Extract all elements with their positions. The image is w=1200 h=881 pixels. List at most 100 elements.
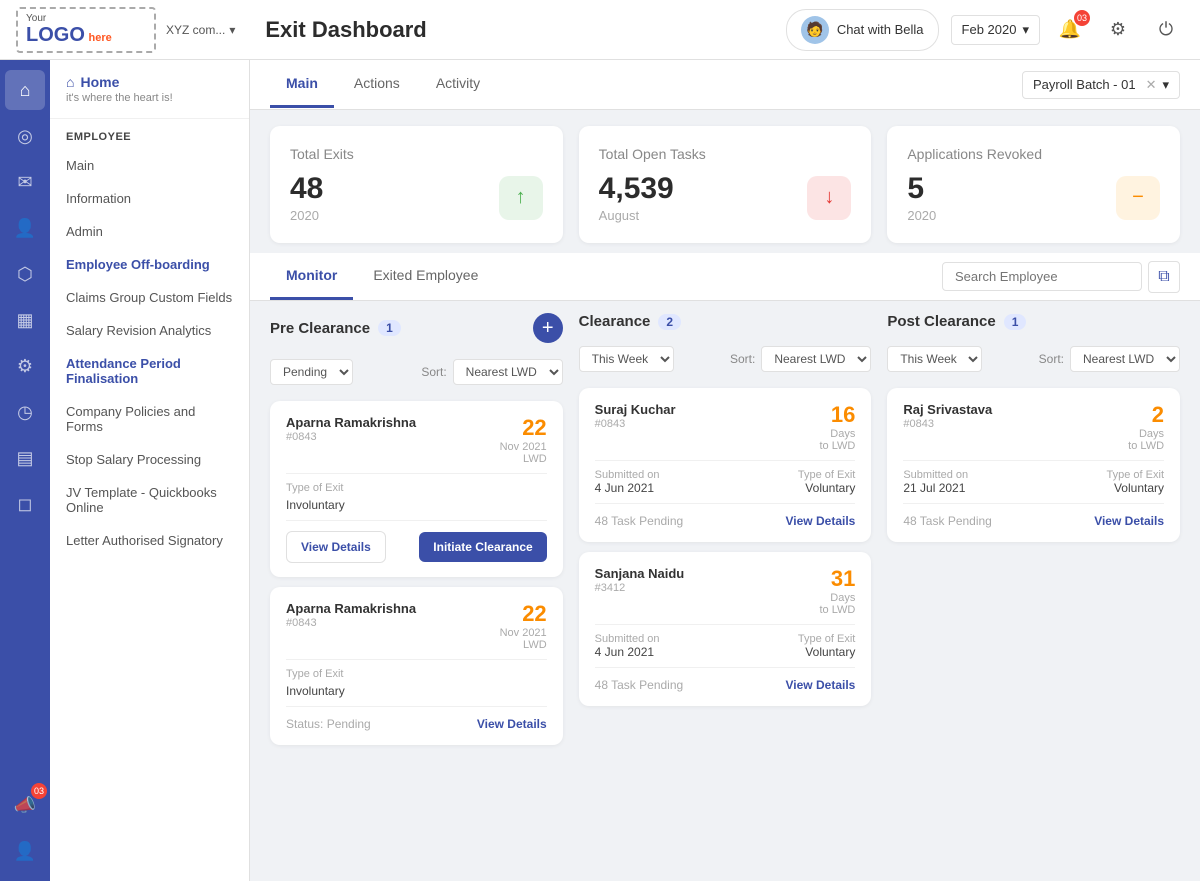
emp-lwd-1: LWD	[500, 453, 547, 465]
post-date-1: 2	[1128, 402, 1164, 428]
chat-button[interactable]: 🧑 Chat with Bella	[786, 9, 939, 51]
sidebar-item-letter[interactable]: Letter Authorised Signatory	[50, 524, 249, 557]
post-clearance-sort-select[interactable]: Nearest LWD	[1070, 346, 1180, 372]
sidebar-icon-document[interactable]: ▤	[5, 438, 45, 478]
body-layout: ⌂ ◎ ✉ 👤 ⬡ ▦ ⚙ ◷ ▤ ◻ 📣 03 👤 ⌂ Home it's w…	[0, 60, 1200, 881]
sidebar-icon-hierarchy[interactable]: ⚙	[5, 346, 45, 386]
stat-title-tasks: Total Open Tasks	[599, 146, 852, 162]
stat-value-revoked: 5	[907, 172, 936, 206]
clearance-title: Clearance	[579, 313, 651, 330]
clearance-sort-select[interactable]: Nearest LWD	[761, 346, 871, 372]
pre-clearance-add-button[interactable]: +	[533, 313, 563, 343]
emp-lwd-2: LWD	[500, 639, 547, 651]
monitor-tab-exited[interactable]: Exited Employee	[357, 253, 494, 300]
stat-icon-exits: ↑	[499, 176, 543, 220]
initiate-clearance-button-1[interactable]: Initiate Clearance	[419, 532, 546, 562]
sidebar-item-salary-revision[interactable]: Salary Revision Analytics	[50, 314, 249, 347]
sidebar-icon-chat[interactable]: ◻	[5, 484, 45, 524]
sidebar-item-claims[interactable]: Claims Group Custom Fields	[50, 281, 249, 314]
pre-clearance-filter-select[interactable]: Pending	[270, 359, 353, 385]
sidebar-home-item[interactable]: ⌂ Home it's where the heart is!	[50, 60, 249, 119]
sidebar-icon-home[interactable]: ⌂	[5, 70, 45, 110]
chat-label: Chat with Bella	[837, 22, 924, 37]
stat-applications-revoked: Applications Revoked 5 2020 −	[887, 126, 1180, 243]
logo[interactable]: Your LOGO here	[16, 7, 156, 53]
company-selector[interactable]: XYZ com... ▾	[166, 23, 235, 37]
emp-name-1: Aparna Ramakrishna	[286, 415, 416, 430]
sidebar-icon-person[interactable]: 👤	[5, 208, 45, 248]
kanban-board: Pre Clearance 1 + Pending Sort: Nearest …	[250, 301, 1200, 801]
tab-activity[interactable]: Activity	[420, 61, 496, 108]
page-title: Exit Dashboard	[265, 17, 785, 43]
sidebar-item-policies[interactable]: Company Policies and Forms	[50, 395, 249, 443]
sidebar-item-information[interactable]: Information	[50, 182, 249, 215]
post-clearance-header: Post Clearance 1	[887, 313, 1180, 330]
sidebar-item-main[interactable]: Main	[50, 149, 249, 182]
clearance-emp-id-1: #0843	[595, 418, 676, 430]
post-emp-id-1: #0843	[903, 418, 992, 430]
sidebar-item-stop-salary[interactable]: Stop Salary Processing	[50, 443, 249, 476]
pre-clearance-card-1: Aparna Ramakrishna #0843 22 Nov 2021 LWD…	[270, 401, 563, 577]
megaphone-badge: 03	[31, 783, 47, 799]
settings-button[interactable]: ⚙	[1100, 12, 1136, 48]
kanban-col-clearance: Clearance 2 This Week Sort: Nearest LWD	[579, 313, 872, 781]
stat-total-tasks: Total Open Tasks 4,539 August ↓	[579, 126, 872, 243]
filter-button[interactable]: ⧉	[1148, 261, 1180, 293]
post-clearance-filter-select[interactable]: This Week	[887, 346, 982, 372]
clearance-tolwd-2: to LWD	[819, 604, 855, 616]
sidebar-item-offboarding[interactable]: Employee Off-boarding	[50, 248, 249, 281]
sidebar-icon-calendar[interactable]: ▦	[5, 300, 45, 340]
date-label: Feb 2020	[962, 22, 1017, 37]
tab-main[interactable]: Main	[270, 61, 334, 108]
avatar: 🧑	[801, 16, 829, 44]
pre-clearance-sort-select[interactable]: Nearest LWD	[453, 359, 563, 385]
chevron-down-icon: ▾	[1022, 22, 1029, 38]
pre-clearance-title: Pre Clearance	[270, 320, 370, 337]
tasks-label-p1: 48 Task Pending	[903, 514, 992, 528]
sidebar-icon-mail[interactable]: ✉	[5, 162, 45, 202]
view-details-button-2[interactable]: View Details	[477, 717, 547, 731]
monitor-tab-monitor[interactable]: Monitor	[270, 253, 353, 300]
date-selector[interactable]: Feb 2020 ▾	[951, 15, 1040, 45]
post-emp-name-1: Raj Srivastava	[903, 402, 992, 417]
submitted-value-p1: 21 Jul 2021	[903, 481, 968, 495]
power-button[interactable]: ⏻	[1148, 12, 1184, 48]
clearance-card-2: Sanjana Naidu #3412 31 Days to LWD Submi…	[579, 552, 872, 706]
pre-clearance-sort-label: Sort:	[421, 365, 446, 379]
view-details-button-1[interactable]: View Details	[286, 531, 386, 563]
clearance-count: 2	[658, 314, 681, 330]
clearance-days-2: Days	[819, 592, 855, 604]
clearance-filter-select[interactable]: This Week	[579, 346, 674, 372]
sidebar-item-attendance[interactable]: Attendance Period Finalisation	[50, 347, 249, 395]
close-icon[interactable]: ✕	[1146, 77, 1157, 93]
submitted-value-c2: 4 Jun 2021	[595, 645, 660, 659]
clearance-card-1: Suraj Kuchar #0843 16 Days to LWD Submit…	[579, 388, 872, 542]
submitted-value-c1: 4 Jun 2021	[595, 481, 660, 495]
search-employee-input[interactable]	[942, 262, 1142, 291]
view-details-button-c2[interactable]: View Details	[786, 678, 856, 692]
sidebar-icon-megaphone[interactable]: 📣 03	[5, 785, 45, 825]
top-navigation: Your LOGO here XYZ com... ▾ Exit Dashboa…	[0, 0, 1200, 60]
sidebar-item-admin[interactable]: Admin	[50, 215, 249, 248]
view-details-button-c1[interactable]: View Details	[786, 514, 856, 528]
sidebar-icon-analytics[interactable]: ⬡	[5, 254, 45, 294]
emp-date-2: 22	[500, 601, 547, 627]
sidebar-item-jv-template[interactable]: JV Template - Quickbooks Online	[50, 476, 249, 524]
clearance-days-1: Days	[819, 428, 855, 440]
stat-sub-exits: 2020	[290, 208, 323, 223]
view-details-button-p1[interactable]: View Details	[1094, 514, 1164, 528]
payroll-batch-selector[interactable]: Payroll Batch - 01 ✕ ▾	[1022, 71, 1180, 99]
notifications-button[interactable]: 🔔 03	[1052, 12, 1088, 48]
sidebar-home-sub: it's where the heart is!	[66, 92, 233, 104]
type-exit-label-c1: Type of Exit	[798, 469, 855, 481]
type-exit-value-c2: Voluntary	[798, 645, 855, 659]
sidebar-icon-wifi[interactable]: ◎	[5, 116, 45, 156]
post-clearance-count: 1	[1004, 314, 1027, 330]
sidebar-icon-user[interactable]: 👤	[5, 831, 45, 871]
stat-sub-tasks: August	[599, 208, 674, 223]
type-exit-value-1: Involuntary	[286, 498, 345, 512]
filter-icon: ⧉	[1158, 268, 1169, 286]
status-pending-label: Status: Pending	[286, 717, 371, 731]
sidebar-icon-clock[interactable]: ◷	[5, 392, 45, 432]
tab-actions[interactable]: Actions	[338, 61, 416, 108]
